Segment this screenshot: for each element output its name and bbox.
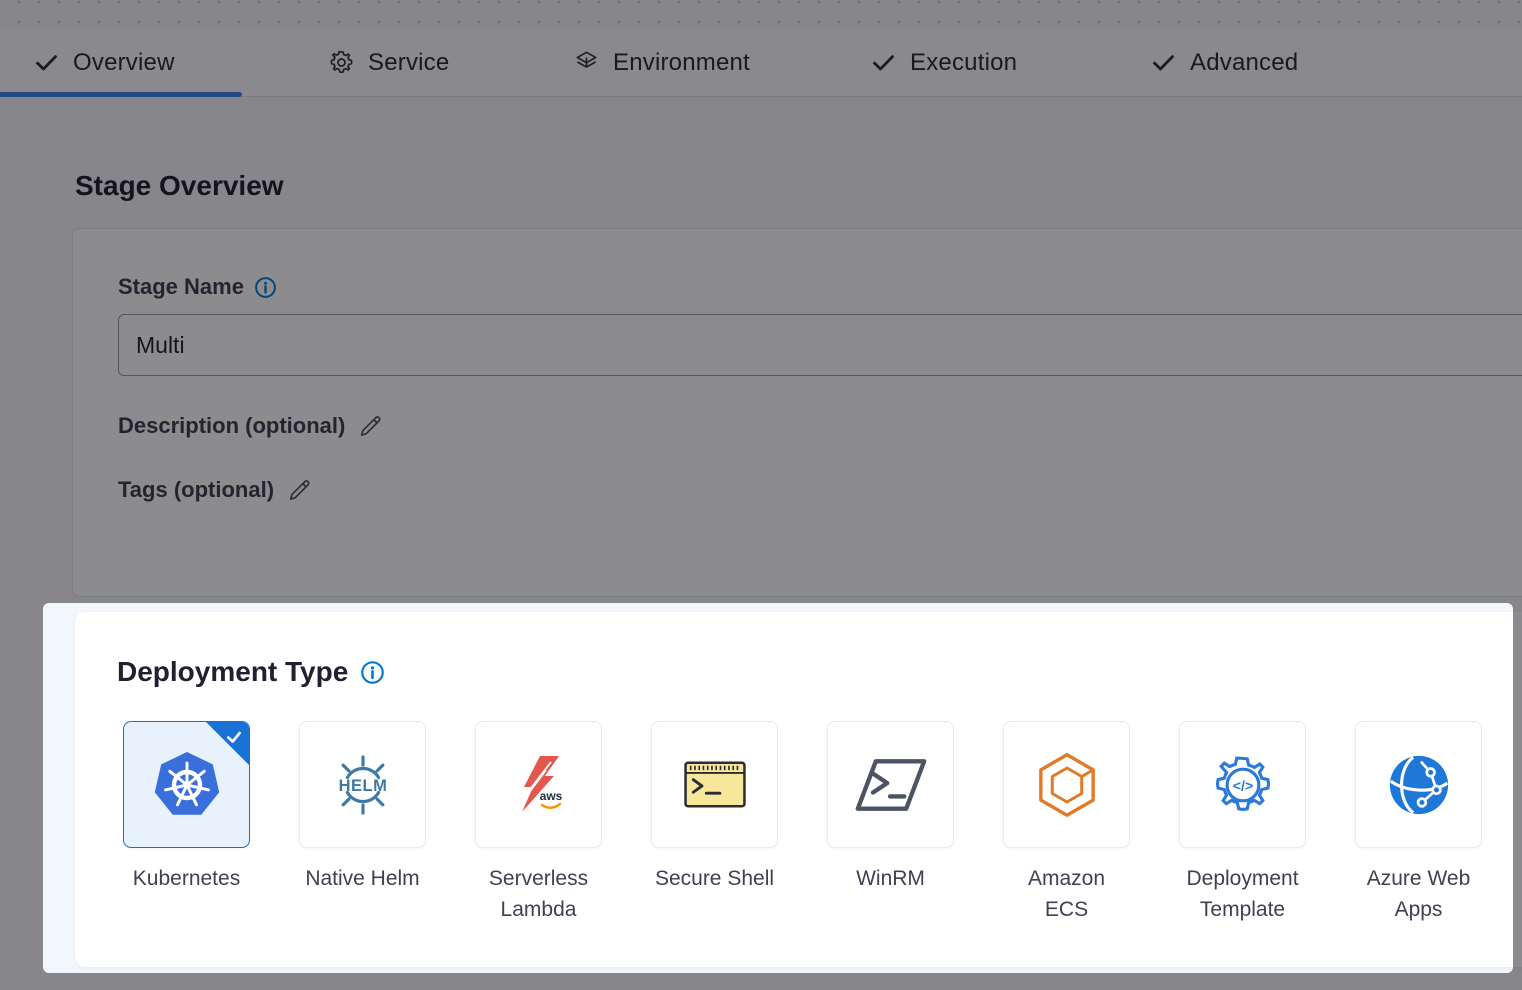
- deployment-type-label: WinRM: [796, 863, 986, 894]
- stage-name-input[interactable]: [118, 314, 1522, 376]
- deployment-type-label: Native Helm: [268, 863, 458, 894]
- deployment-type-label: Azure Web Apps: [1324, 863, 1514, 925]
- tab-execution[interactable]: Execution: [870, 28, 1017, 97]
- helm-icon: HELM: [323, 753, 403, 817]
- deployment-type-title: Deployment Type: [117, 656, 348, 688]
- tab-environment[interactable]: Environment: [573, 28, 750, 97]
- azure-web-apps-icon: [1386, 752, 1452, 818]
- deployment-type-deployment-template[interactable]: </>: [1179, 721, 1306, 848]
- svg-text:aws: aws: [539, 789, 562, 803]
- kubernetes-icon: [151, 749, 223, 821]
- info-icon[interactable]: [254, 276, 277, 299]
- deployment-type-tiles: Kubernetes HELM Native Helm aws Serverle…: [123, 721, 1482, 848]
- deployment-type-azure-web-apps[interactable]: [1355, 721, 1482, 848]
- deployment-type-label: Deployment Template: [1148, 863, 1338, 925]
- check-icon: [1150, 49, 1177, 76]
- stage-overview-card: Stage Name Description (optional) Tags (…: [72, 228, 1522, 597]
- winrm-icon: [854, 754, 928, 816]
- svg-text:HELM: HELM: [338, 777, 387, 795]
- amazon-ecs-icon: [1031, 751, 1103, 819]
- deployment-type-label: Secure Shell: [620, 863, 810, 894]
- stage-tabbar: Overview Service Environment Execution A…: [0, 28, 1522, 97]
- description-label: Description (optional): [118, 413, 345, 439]
- deployment-type-winrm[interactable]: [827, 721, 954, 848]
- secure-shell-icon: [682, 757, 748, 813]
- info-icon[interactable]: [360, 660, 385, 685]
- deployment-type-card: Deployment Type Kubernetes HELM Native H…: [75, 612, 1522, 967]
- deployment-type-secure-shell[interactable]: [651, 721, 778, 848]
- deployment-type-label: Serverless Lambda: [444, 863, 634, 925]
- deployment-type-section: Deployment Type Kubernetes HELM Native H…: [43, 603, 1513, 973]
- edit-description-pencil-icon[interactable]: [358, 414, 383, 439]
- tab-advanced[interactable]: Advanced: [1150, 28, 1298, 97]
- tags-label: Tags (optional): [118, 477, 274, 503]
- deployment-type-kubernetes[interactable]: [123, 721, 250, 848]
- serverless-lambda-icon: aws: [507, 753, 571, 817]
- deployment-type-serverless-lambda[interactable]: aws: [475, 721, 602, 848]
- active-tab-underline: [0, 92, 242, 97]
- deployment-type-label: Kubernetes: [92, 863, 282, 894]
- deployment-type-amazon-ecs[interactable]: [1003, 721, 1130, 848]
- deployment-type-label: Amazon ECS: [972, 863, 1162, 925]
- page-title: Stage Overview: [75, 170, 284, 202]
- tab-overview[interactable]: Overview: [33, 28, 175, 97]
- pipeline-canvas-strip: [0, 0, 1522, 28]
- stage-name-label: Stage Name: [118, 274, 244, 300]
- check-icon: [870, 49, 897, 76]
- edit-tags-pencil-icon[interactable]: [287, 478, 312, 503]
- deployment-type-native-helm[interactable]: HELM: [299, 721, 426, 848]
- gear-icon: [328, 49, 355, 76]
- check-icon: [33, 49, 60, 76]
- layers-icon: [573, 49, 600, 76]
- deployment-template-icon: </>: [1209, 751, 1277, 819]
- svg-text:</>: </>: [1232, 778, 1252, 794]
- tab-service[interactable]: Service: [328, 28, 449, 97]
